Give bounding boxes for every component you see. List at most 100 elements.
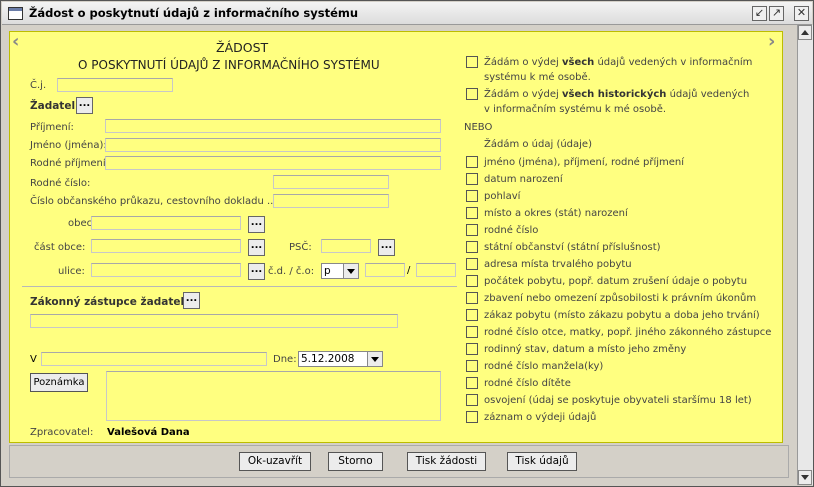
udaj-checkbox[interactable] [466,343,478,355]
scroll-down-icon[interactable] [798,470,812,485]
dne-label: Dne: [273,354,297,365]
ulice-label: ulice: [58,266,85,277]
udaj-checkbox-label: zbavení nebo omezení způsobilosti k práv… [484,293,757,304]
nebo-label: NEBO [464,122,493,133]
cast-obce-input[interactable] [91,239,241,253]
udaj-checkbox-label: jméno (jména), příjmení, rodné příjmení [484,157,685,168]
ok-close-button[interactable]: Ok-uzavřít [239,452,311,471]
tisk-zadosti-button[interactable]: Tisk žádosti [407,452,486,471]
cd-co-separator: / [407,265,411,276]
udaj-checkbox[interactable] [466,156,478,168]
udaj-checkbox[interactable] [466,309,478,321]
rodne-cislo-input[interactable] [273,175,389,189]
close-icon[interactable]: ✕ [794,6,809,21]
cj-label: Č.j. [30,80,47,91]
date-value: 5.12.2008 [301,353,355,365]
udaj-checkbox[interactable] [466,258,478,270]
psc-lookup-button[interactable]: ... [378,239,395,256]
chevron-down-icon[interactable] [367,352,382,366]
req-hist-label: Žádám o výdej všech historických údajů v… [484,89,750,100]
udaj-checkbox[interactable] [466,224,478,236]
req-all-label: Žádám o výdej všech údajů vedených v inf… [484,57,753,68]
cd-type-select[interactable]: p [321,263,359,279]
form-subheading: O POSKYTNUTÍ ÚDAJŮ Z INFORMAČNÍHO SYSTÉM… [78,58,380,72]
zadatel-label: Žadatel [30,100,76,112]
vertical-scrollbar[interactable] [797,25,813,485]
rodne-prijmeni-input[interactable] [105,156,441,170]
zastupce-label: Zákonný zástupce žadatele [30,296,192,308]
rodne-prijmeni-label: Rodné příjmení: [30,158,110,169]
req-all-label-line2: systému k mé osobě. [484,72,591,83]
chevron-right-icon[interactable]: › [768,33,775,51]
title-bar: Žádost o poskytnutí údajů z informačního… [2,2,812,25]
cislo-dokladu-label: Číslo občanského průkazu, cestovního dok… [30,196,280,207]
udaj-checkbox[interactable] [466,326,478,338]
cast-obce-label: část obce: [34,242,86,253]
cd-type-value: p [324,265,331,277]
cd-co-label: č.d. / č.o: [268,266,315,277]
psc-input[interactable] [321,239,371,253]
udaj-checkbox-label: místo a okres (stát) narození [484,208,628,219]
cislo-dokladu-input[interactable] [273,194,389,208]
jmeno-label: Jméno (jména): [30,140,107,151]
cj-input[interactable] [57,78,173,92]
date-picker[interactable]: 5.12.2008 [298,351,383,367]
v-input[interactable] [41,352,267,366]
chevron-left-icon[interactable]: ‹ [12,33,19,51]
v-label: V [30,354,37,365]
udaj-checkbox-label: státní občanství (státní příslušnost) [484,242,661,253]
udaj-checkbox[interactable] [466,190,478,202]
restore-icon[interactable]: ↙ [752,6,767,21]
jmeno-input[interactable] [105,138,441,152]
udaj-checkbox-label: zákaz pobytu (místo zákazu pobytu a doba… [484,310,760,321]
udaj-checkbox-label: osvojení (údaj se poskytuje obyvateli st… [484,395,752,406]
application-window: Žádost o poskytnutí údajů z informačního… [0,0,814,487]
udaj-checkbox-label: adresa místa trvalého pobytu [484,259,632,270]
zpracovatel-value: Valešová Dana [107,427,190,438]
udaj-checkbox-label: rodné číslo otce, matky, popř. jiného zá… [484,327,772,338]
obec-lookup-button[interactable]: ... [248,216,265,233]
udaj-checkbox-label: počátek pobytu, popř. datum zrušení údaj… [484,276,748,287]
zpracovatel-label: Zpracovatel: [30,427,94,438]
req-all-checkbox[interactable] [466,56,478,68]
button-bar: Ok-uzavřít Storno Tisk žádosti Tisk údaj… [9,445,789,478]
request-form: ‹ › ŽÁDOST O POSKYTNUTÍ ÚDAJŮ Z INFORMAČ… [9,31,783,443]
udaj-checkbox[interactable] [466,275,478,287]
maximize-icon[interactable]: ↗ [769,6,784,21]
zastupce-lookup-button[interactable]: ... [183,292,200,309]
udaj-checkbox[interactable] [466,207,478,219]
zastupce-input[interactable] [30,314,398,328]
udaj-checkbox-label: datum narození [484,174,563,185]
cislo-domu-input[interactable] [365,263,405,277]
udaj-checkbox[interactable] [466,360,478,372]
req-hist-checkbox[interactable] [466,88,478,100]
prijmeni-input[interactable] [105,119,441,133]
udaj-checkbox[interactable] [466,173,478,185]
udaj-checkbox[interactable] [466,377,478,389]
prijmeni-label: Příjmení: [30,122,74,133]
form-heading: ŽÁDOST [216,40,269,55]
udaj-checkbox-label: rodné číslo manžela(ky) [484,361,604,372]
scroll-up-icon[interactable] [798,25,812,40]
zadam-udaj-label: Žádám o údaj (údaje) [484,139,592,150]
udaj-checkbox-label: rodinný stav, datum a místo jeho změny [484,344,687,355]
udaj-checkbox[interactable] [466,411,478,423]
chevron-down-icon[interactable] [343,264,358,278]
poznamka-button[interactable]: Poznámka [30,373,88,392]
req-hist-label-line2: v informačním systému k mé osobě. [484,104,667,115]
cislo-orientacni-input[interactable] [416,263,456,277]
tisk-udaju-button[interactable]: Tisk údajů [507,452,577,471]
zadatel-lookup-button[interactable]: ... [76,97,93,114]
poznamka-textarea[interactable] [106,371,441,421]
udaj-checkbox-label: záznam o výdeji údajů [484,412,597,423]
ulice-lookup-button[interactable]: ... [248,263,265,280]
obec-input[interactable] [91,216,241,230]
ulice-input[interactable] [91,263,241,277]
rodne-cislo-label: Rodné číslo: [30,178,91,189]
storno-button[interactable]: Storno [328,452,383,471]
udaj-checkbox[interactable] [466,241,478,253]
udaj-checkbox-label: rodné číslo [484,225,539,236]
udaj-checkbox[interactable] [466,394,478,406]
cast-obce-lookup-button[interactable]: ... [248,239,265,256]
udaj-checkbox[interactable] [466,292,478,304]
